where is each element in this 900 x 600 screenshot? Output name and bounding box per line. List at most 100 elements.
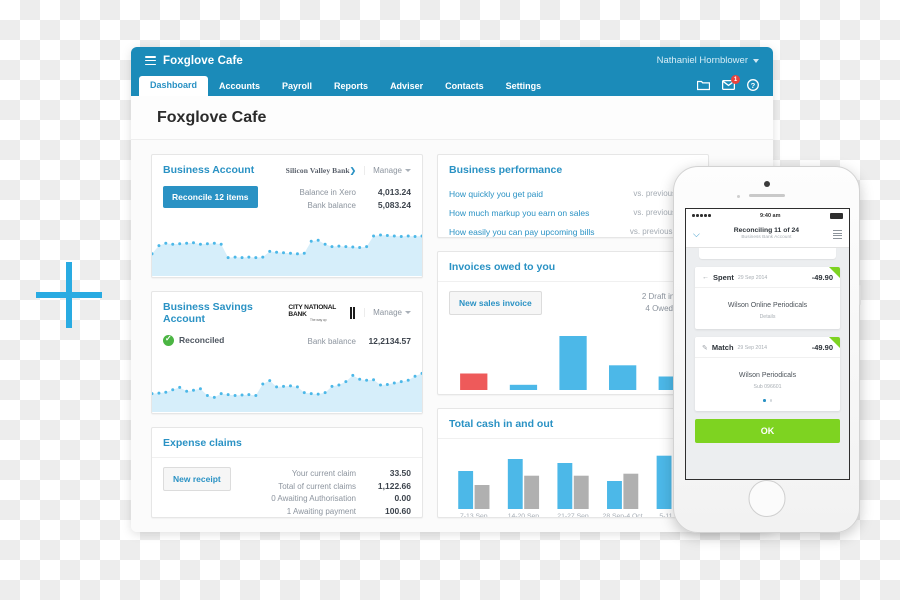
silicon-valley-bank-logo[interactable]: Silicon Valley Bank❯	[286, 166, 356, 175]
matched-corner-flag-icon	[829, 337, 840, 348]
chevron-down-icon[interactable]: ⌵	[693, 229, 700, 240]
ok-button[interactable]: OK	[695, 418, 840, 443]
invoices-owed-card: Invoices owed to you New sales invoice 2…	[437, 250, 709, 395]
x-tick-label: 5-11 Oct	[499, 394, 549, 395]
bank-logo-bars-icon	[349, 306, 357, 319]
transaction-kind: Spent	[713, 273, 734, 282]
x-tick-label: 21-27 Sep	[557, 512, 589, 518]
phone-nav-bar: ⌵ Reconciling 11 of 24 Business Bank Acc…	[686, 222, 849, 248]
front-camera-icon	[763, 181, 770, 187]
earpiece-speaker	[748, 194, 785, 197]
business-account-x-axis: 19 Sep 26 Sep 3 Oct 10 Oct 17 Oct	[152, 276, 422, 277]
business-savings-account-card: Business Savings Account CITY NATIONAL B…	[151, 290, 423, 415]
business-account-card: Business Account Silicon Valley Bank❯ Ma…	[151, 154, 423, 278]
total-cash-x-axis: 7-13 Sep 14-20 Sep 21-27 Sep 28 Sep-4 Oc…	[438, 509, 708, 518]
decorative-plus-mark	[36, 262, 102, 328]
reconcile-card-match[interactable]: ✎ Match 29 Sep 2014 -49.90 Wilson Period…	[695, 337, 840, 411]
bank-logo-text: CITY NATIONAL BANK	[288, 303, 336, 318]
expense-claims-header: Expense claims	[152, 428, 422, 457]
tab-dashboard[interactable]: Dashboard	[139, 76, 209, 96]
total-cash-title: Total cash in and out	[449, 417, 554, 430]
total-cash-chart-svg	[458, 455, 688, 509]
business-performance-card: Business performance How quickly you get…	[437, 154, 709, 238]
x-tick-label: 7-13 Sep	[460, 512, 488, 518]
figure-row: Your current claim 33.50	[271, 467, 411, 480]
figure-row: 0 Awaiting Authorisation 0.00	[271, 492, 411, 505]
business-performance-title: Business performance	[449, 164, 563, 176]
business-savings-sparkline	[152, 356, 422, 413]
menu-icon[interactable]	[145, 56, 156, 65]
organisation-name[interactable]: Foxglove Cafe	[163, 55, 243, 67]
side-button[interactable]	[859, 285, 861, 305]
business-savings-x-axis: 19 Sep 26 Sep 3 Oct 10 Oct 17 Oct	[152, 412, 422, 413]
transaction-payee: Wilson Periodicals	[738, 372, 797, 379]
total-cash-header: Total cash in and out	[438, 409, 708, 438]
performance-question: How easily you can pay upcoming bills	[449, 226, 595, 237]
city-national-bank-logo[interactable]: CITY NATIONAL BANK The way up	[288, 303, 357, 322]
user-name-label: Nathaniel Hornblower	[656, 55, 748, 66]
user-menu[interactable]: Nathaniel Hornblower	[657, 55, 759, 66]
phone-nav-titles: Reconciling 11 of 24 Business Bank Accou…	[700, 227, 833, 241]
check-circle-icon	[163, 334, 174, 346]
figure-label: Balance in Xero	[299, 188, 356, 197]
performance-question: How much markup you earn on sales	[449, 207, 590, 218]
business-savings-manage-menu[interactable]: Manage	[364, 308, 411, 318]
page-header: Foxglove Cafe	[131, 96, 773, 140]
figure-label: Bank balance	[307, 336, 356, 346]
spent-card-body: Wilson Online Periodicals Details	[695, 288, 840, 329]
list-menu-icon[interactable]	[833, 230, 842, 239]
chevron-right-icon: ❯	[349, 165, 357, 175]
business-account-sparkline-svg	[152, 233, 422, 277]
status-bar-time: 9:40 am	[760, 212, 781, 219]
figure-label: 0 Awaiting Authorisation	[271, 494, 356, 504]
tab-adviser[interactable]: Adviser	[379, 77, 434, 96]
figure-row: Bank balance 5,083.24	[300, 199, 411, 212]
new-receipt-button[interactable]: New receipt	[163, 467, 231, 492]
expense-claims-card: Expense claims New receipt Your current …	[151, 427, 423, 518]
invoices-owed-title: Invoices owed to you	[449, 260, 556, 273]
tab-reports[interactable]: Reports	[323, 77, 379, 96]
dashboard-right-column: Business performance How quickly you get…	[437, 154, 709, 518]
figure-value: 33.50	[389, 468, 411, 479]
tab-accounts[interactable]: Accounts	[208, 77, 271, 96]
performance-row[interactable]: How easily you can pay upcoming bills vs…	[438, 222, 708, 237]
figure-value: 5,083.24	[377, 199, 411, 210]
manage-label: Manage	[373, 308, 402, 318]
phone-status-bar: 9:40 am	[686, 209, 849, 222]
phone-screen: 9:40 am ⌵ Reconciling 11 of 24 Business …	[685, 208, 850, 480]
battery-icon	[830, 212, 843, 219]
tab-settings[interactable]: Settings	[495, 77, 553, 96]
home-button[interactable]	[748, 480, 785, 517]
app-header: Foxglove Cafe Nathaniel Hornblower Dashb…	[131, 47, 773, 96]
business-savings-figures: Bank balance 12,2134.57	[308, 335, 411, 348]
plus-vertical-bar	[66, 262, 72, 328]
figure-row: Total of current claims 1,122.66	[271, 480, 411, 493]
business-account-manage-menu[interactable]: Manage	[364, 165, 411, 175]
card-pager-dots[interactable]	[702, 399, 833, 402]
header-icon-group: 1 ?	[696, 75, 765, 96]
expense-claims-figures: Your current claim 33.50 Total of curren…	[271, 467, 411, 517]
svg-text:?: ?	[751, 81, 756, 90]
reconcile-button[interactable]: Reconcile 12 items	[163, 186, 258, 208]
tab-payroll[interactable]: Payroll	[271, 77, 323, 96]
invoices-owed-summary-row: New sales invoice 2 Draft invoices 4 Owe…	[438, 282, 708, 324]
page-title: Foxglove Cafe	[157, 108, 267, 126]
figure-label: 1 Awaiting payment	[286, 507, 356, 517]
tab-contacts[interactable]: Contacts	[434, 77, 495, 96]
reconcile-card-spent[interactable]: ← Spent 29 Sep 2014 -49.90 Wilson Online…	[695, 267, 840, 329]
performance-row[interactable]: How quickly you get paid vs. previous we…	[438, 184, 708, 203]
help-icon[interactable]: ?	[747, 79, 759, 93]
expense-claims-title: Expense claims	[163, 437, 242, 450]
chevron-down-icon	[753, 58, 759, 63]
messages-icon[interactable]: 1	[721, 75, 740, 92]
figure-value: 0.00	[394, 493, 411, 504]
arrow-left-icon: ←	[702, 274, 709, 281]
x-tick-label: This week	[548, 394, 598, 395]
new-sales-invoice-button[interactable]: New sales invoice	[449, 290, 542, 315]
transaction-details-link[interactable]: Details	[702, 314, 833, 320]
performance-row[interactable]: How much markup you earn on sales vs. pr…	[438, 203, 708, 222]
transaction-payee: Wilson Online Periodicals	[727, 302, 808, 309]
folder-icon[interactable]	[696, 80, 711, 93]
x-tick-label: 19-25 Oct	[598, 394, 648, 395]
chevron-down-icon	[405, 311, 411, 315]
